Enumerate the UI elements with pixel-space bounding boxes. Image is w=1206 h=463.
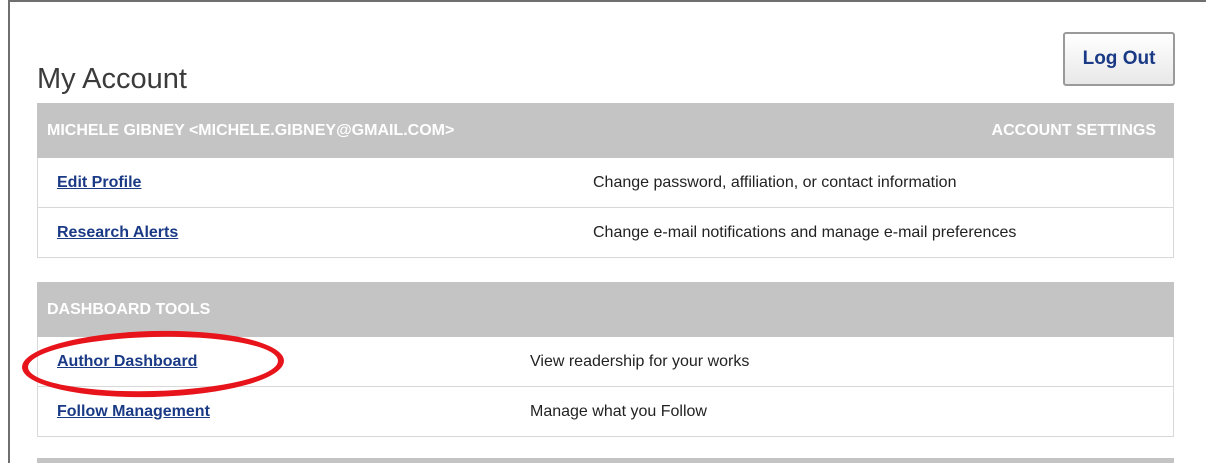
next-section-edge xyxy=(37,458,1174,463)
page-title: My Account xyxy=(37,63,187,96)
account-settings-section: MICHELE GIBNEY <MICHELE.GIBNEY@GMAIL.COM… xyxy=(37,103,1174,258)
author-dashboard-description: View readership for your works xyxy=(530,352,750,370)
research-alerts-description: Change e-mail notifications and manage e… xyxy=(593,223,1017,241)
account-settings-title: ACCOUNT SETTINGS xyxy=(991,121,1156,139)
dashboard-tools-title: DASHBOARD TOOLS xyxy=(47,300,211,318)
follow-management-description: Manage what you Follow xyxy=(530,402,707,420)
list-item: Edit Profile Change password, affiliatio… xyxy=(37,158,1174,208)
account-settings-header: MICHELE GIBNEY <MICHELE.GIBNEY@GMAIL.COM… xyxy=(37,103,1174,158)
log-out-button[interactable]: Log Out xyxy=(1063,32,1175,86)
list-item: Research Alerts Change e-mail notificati… xyxy=(37,208,1174,258)
dashboard-tools-header: DASHBOARD TOOLS xyxy=(37,282,1174,337)
research-alerts-link[interactable]: Research Alerts xyxy=(57,224,178,242)
edit-profile-description: Change password, affiliation, or contact… xyxy=(593,173,957,191)
user-identity-label: MICHELE GIBNEY <MICHELE.GIBNEY@GMAIL.COM… xyxy=(47,121,455,139)
follow-management-link[interactable]: Follow Management xyxy=(57,403,210,421)
edit-profile-link[interactable]: Edit Profile xyxy=(57,174,141,192)
list-item: Follow Management Manage what you Follow xyxy=(37,387,1174,437)
